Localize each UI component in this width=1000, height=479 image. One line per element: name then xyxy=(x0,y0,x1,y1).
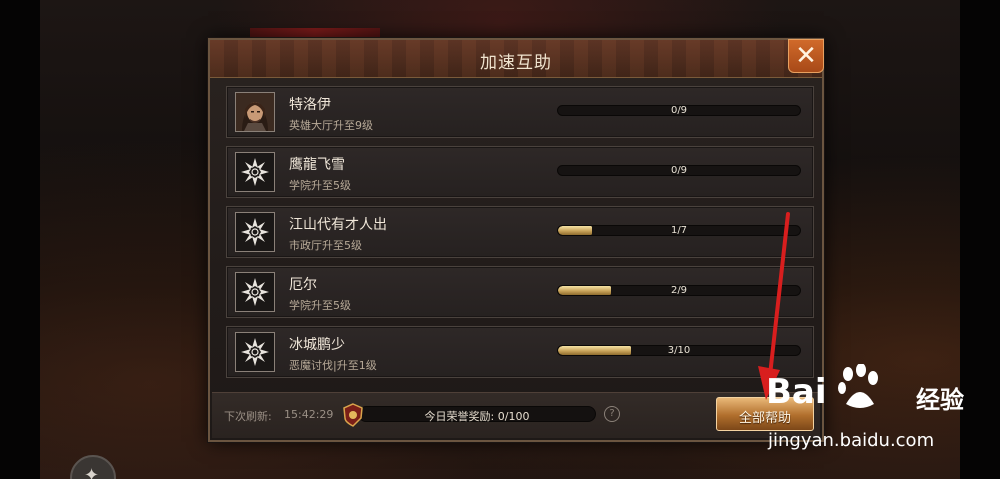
help-progress-bar: 2/9 xyxy=(557,285,801,296)
list-item: 特洛伊 英雄大厅升至9级 0/9 xyxy=(226,86,814,138)
honor-reward-bar: 今日荣誉奖励: 0/100 xyxy=(358,406,596,423)
refresh-label: 下次刷新: xyxy=(224,410,272,423)
row-player-name: 厄尔 xyxy=(289,277,317,293)
watermark-suffix: 经验 xyxy=(916,386,964,414)
row-player-name: 特洛伊 xyxy=(289,97,331,113)
progress-text: 2/9 xyxy=(670,285,688,296)
row-player-name: 冰城鹏少 xyxy=(289,337,345,353)
help-icon[interactable]: ? xyxy=(604,406,620,422)
row-task-text: 英雄大厅升至9级 xyxy=(289,119,373,132)
star-icon: ✦ xyxy=(84,465,100,479)
list-item: 江山代有才人出 市政厅升至5级 1/7 xyxy=(226,206,814,258)
hero-portrait-icon xyxy=(235,92,275,132)
help-progress-bar: 0/9 xyxy=(557,105,801,116)
list-item: 冰城鹏少 恶魔讨伐|升至1级 3/10 xyxy=(226,326,814,378)
dialog-footer: 下次刷新: 15:42:29 今日荣誉奖励: 0/100 ? 全部帮助 xyxy=(212,392,820,438)
honor-reward-text: 今日荣誉奖励: 0/100 xyxy=(424,410,530,423)
progress-text: 0/9 xyxy=(670,105,688,116)
default-emblem-icon xyxy=(235,212,275,252)
progress-text: 0/9 xyxy=(670,165,688,176)
background-left-edge xyxy=(0,0,40,479)
progress-text: 1/7 xyxy=(670,225,688,236)
row-task-text: 学院升至5级 xyxy=(289,299,351,312)
dialog-title: 加速互助 xyxy=(480,53,552,73)
background-banner xyxy=(250,28,380,38)
default-emblem-icon xyxy=(235,152,275,192)
row-task-text: 市政厅升至5级 xyxy=(289,239,362,252)
paw-icon xyxy=(838,364,878,408)
watermark-url: jingyan.baidu.com xyxy=(768,430,935,451)
dialog-header: 加速互助 xyxy=(210,40,822,78)
progress-text: 3/10 xyxy=(667,345,691,356)
row-task-text: 恶魔讨伐|升至1级 xyxy=(289,359,377,372)
close-icon: ✕ xyxy=(795,41,817,71)
row-task-text: 学院升至5级 xyxy=(289,179,351,192)
honor-medal-icon xyxy=(342,403,364,427)
row-player-name: 江山代有才人出 xyxy=(289,217,387,233)
help-progress-bar: 3/10 xyxy=(557,345,801,356)
watermark-brand: Bai xyxy=(766,372,827,412)
baidu-watermark: Bai 经验 jingyan.baidu.com xyxy=(766,364,986,462)
help-progress-bar: 0/9 xyxy=(557,165,801,176)
list-item: 鹰龍飞雪 学院升至5级 0/9 xyxy=(226,146,814,198)
list-item: 厄尔 学院升至5级 2/9 xyxy=(226,266,814,318)
assist-dialog: 加速互助 ✕ 特洛伊 英雄大厅升至9级 0/9 鹰龍飞雪 学院升至5级 0/9 … xyxy=(208,38,824,442)
row-player-name: 鹰龍飞雪 xyxy=(289,157,345,173)
default-emblem-icon xyxy=(235,272,275,312)
help-progress-bar: 1/7 xyxy=(557,225,801,236)
assist-list[interactable]: 特洛伊 英雄大厅升至9级 0/9 鹰龍飞雪 学院升至5级 0/9 江山代有才人出… xyxy=(226,86,816,410)
close-button[interactable]: ✕ xyxy=(788,39,824,73)
refresh-countdown: 15:42:29 xyxy=(284,408,334,421)
default-emblem-icon xyxy=(235,332,275,372)
